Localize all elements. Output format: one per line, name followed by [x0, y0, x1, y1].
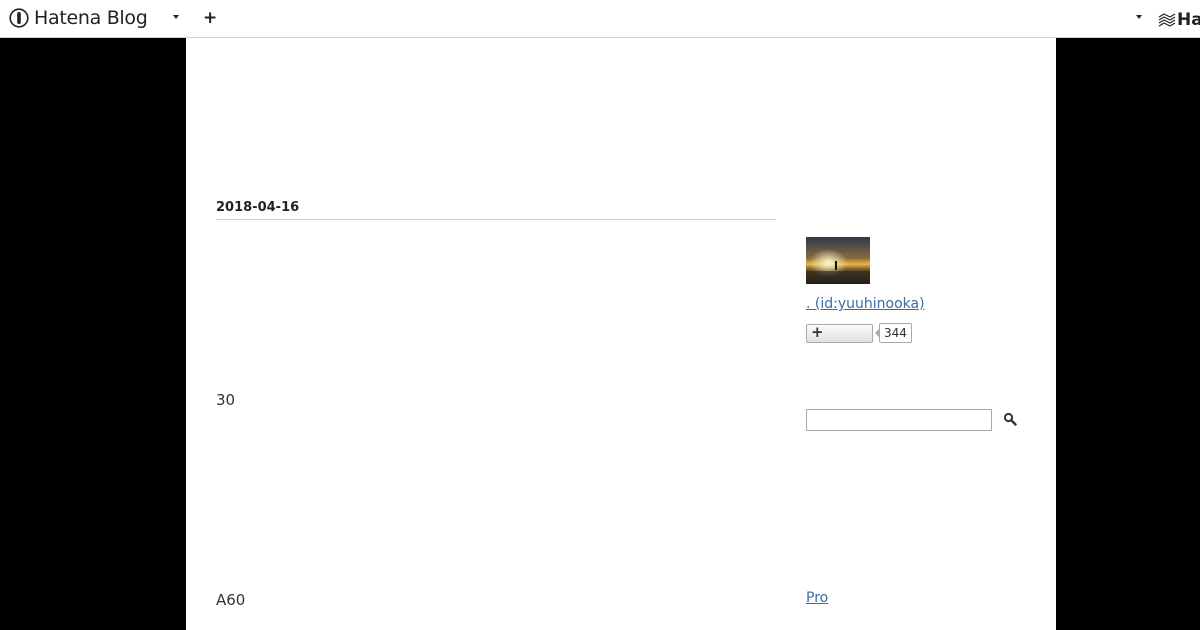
plus-icon: +	[811, 323, 824, 341]
hatena-blog-logo[interactable]: Hatena Blog	[9, 6, 148, 30]
user-menu-chevron-down-icon[interactable]	[1136, 15, 1142, 19]
global-header: Hatena Blog + Ha	[0, 0, 1200, 38]
subscriber-count: 344	[875, 323, 912, 343]
plus-icon[interactable]: +	[203, 10, 217, 27]
search-icon[interactable]	[1003, 412, 1017, 426]
hatena-brand-icon	[1158, 13, 1176, 27]
pro-link[interactable]: Pro	[806, 590, 828, 606]
hatena-logo-icon	[9, 8, 29, 28]
sidebar: . (id:yuuhinooka) + 344 Pro	[806, 38, 1036, 630]
main-column: 2018-04-16 30 A60	[216, 38, 776, 630]
entry-paragraph: A60	[216, 591, 246, 609]
search-input[interactable]	[806, 409, 992, 431]
content-container: 2018-04-16 30 A60 . (id:yuuhinooka) + 34…	[186, 38, 1056, 630]
hatena-brand-link[interactable]: Ha	[1158, 10, 1200, 30]
profile-avatar[interactable]	[806, 237, 870, 284]
hatena-brand-text: Ha	[1177, 10, 1200, 30]
entry-date[interactable]: 2018-04-16	[216, 200, 776, 220]
logo-text: Hatena Blog	[34, 7, 148, 29]
chevron-down-icon[interactable]	[173, 15, 179, 19]
profile-link[interactable]: . (id:yuuhinooka)	[806, 296, 925, 312]
subscribe-button[interactable]: +	[806, 323, 873, 343]
entry-paragraph: 30	[216, 391, 236, 409]
